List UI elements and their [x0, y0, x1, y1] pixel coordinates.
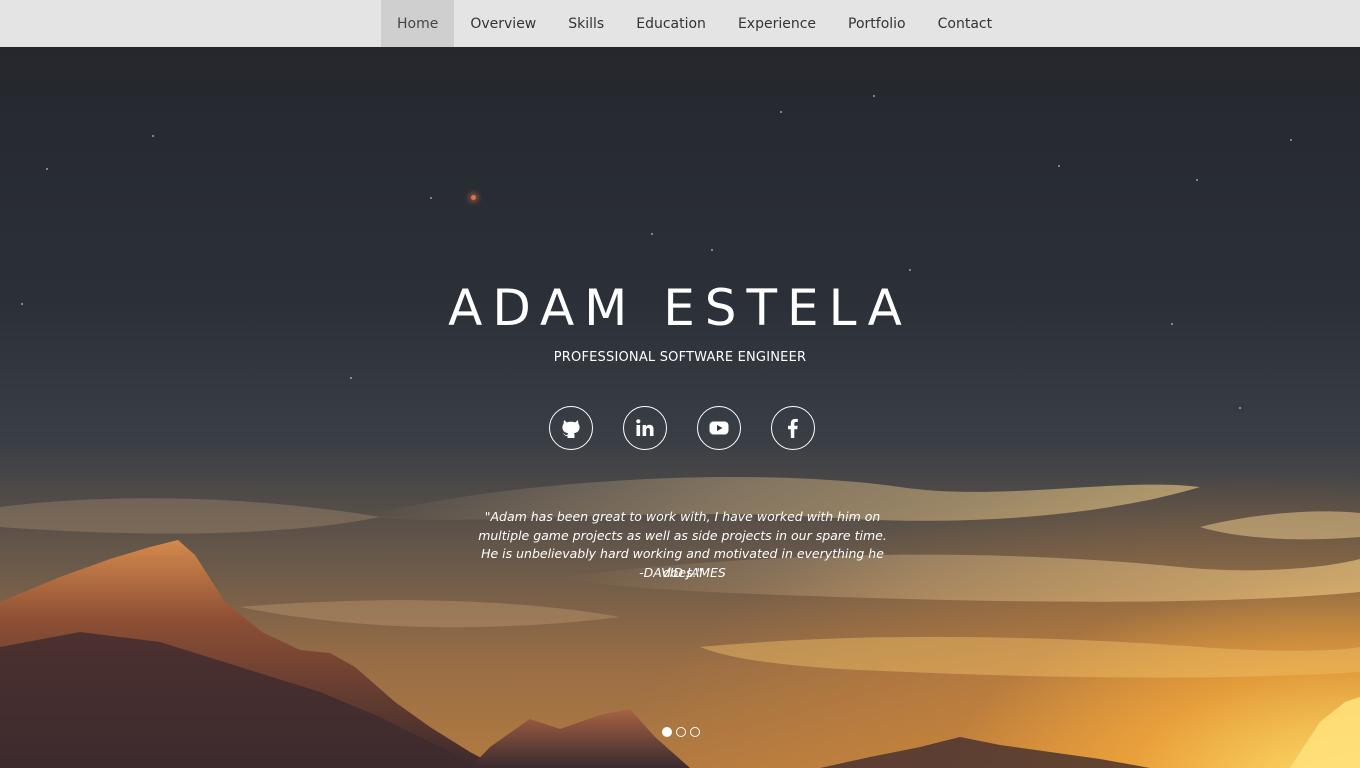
- carousel-dot-1[interactable]: [662, 727, 672, 737]
- nav-skills[interactable]: Skills: [552, 0, 620, 47]
- nav-home[interactable]: Home: [381, 0, 455, 47]
- hero-section: ADAM ESTELA PROFESSIONAL SOFTWARE ENGINE…: [0, 47, 1360, 768]
- github-link[interactable]: [549, 406, 593, 450]
- nav-portfolio[interactable]: Portfolio: [832, 0, 922, 47]
- linkedin-icon: [636, 419, 654, 436]
- carousel-dot-2[interactable]: [676, 727, 686, 737]
- facebook-icon: [788, 418, 798, 438]
- carousel-indicators: [662, 727, 700, 737]
- nav-contact[interactable]: Contact: [922, 0, 1008, 47]
- github-icon: [562, 420, 580, 438]
- youtube-link[interactable]: [697, 406, 741, 450]
- linkedin-link[interactable]: [623, 406, 667, 450]
- nav-experience[interactable]: Experience: [722, 0, 832, 47]
- social-links: [549, 406, 815, 450]
- youtube-icon: [709, 421, 729, 435]
- hero-name: ADAM ESTELA: [448, 279, 912, 337]
- carousel-dot-3[interactable]: [690, 727, 700, 737]
- nav-list: Home Overview Skills Education Experienc…: [381, 0, 1008, 47]
- top-navigation: Home Overview Skills Education Experienc…: [0, 0, 1360, 47]
- facebook-link[interactable]: [771, 406, 815, 450]
- nav-overview[interactable]: Overview: [454, 0, 552, 47]
- hero-role: PROFESSIONAL SOFTWARE ENGINEER: [553, 350, 807, 365]
- nav-education[interactable]: Education: [620, 0, 722, 47]
- testimonial-author: -DAVID JAMES: [639, 565, 726, 580]
